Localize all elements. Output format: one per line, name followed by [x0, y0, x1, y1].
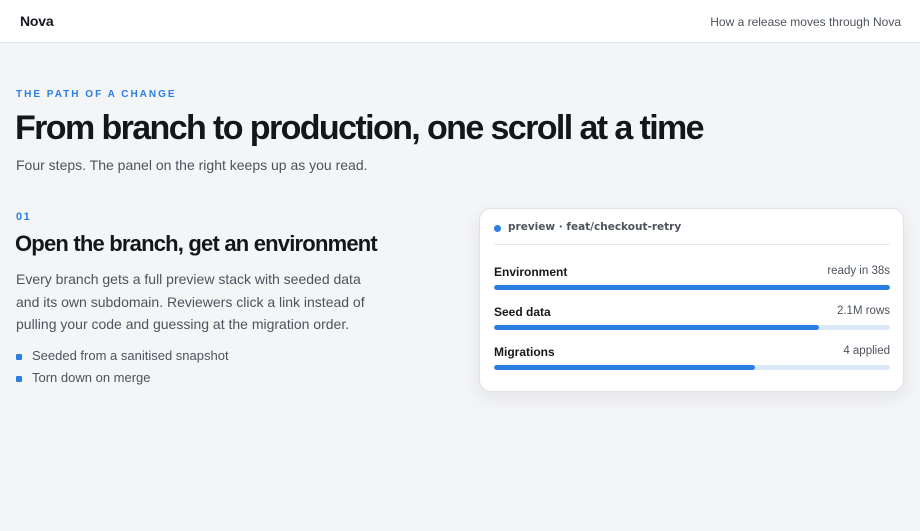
status-row-value: 4 applied [843, 345, 890, 357]
step-description: Every branch gets a full preview stack w… [16, 271, 365, 332]
status-row-value: 2.1M rows [836, 305, 890, 317]
brand-logo[interactable]: Nova [20, 13, 54, 29]
status-row-migrations: Migrations 4 applied [494, 345, 890, 375]
bullet-marker-icon [16, 376, 22, 382]
progress-fill [494, 365, 756, 370]
status-dot-icon [494, 225, 501, 232]
status-row-seed-data: Seed data 2.1M rows [494, 305, 890, 335]
status-row-environment: Environment ready in 38s [494, 265, 890, 295]
step-number: 01 [16, 211, 32, 223]
step-title: Open the branch, get an environment [15, 231, 378, 256]
status-row-value: ready in 38s [827, 265, 890, 277]
top-bar: Nova How a release moves through Nova [0, 0, 920, 43]
preview-branch-name: preview · feat/checkout-retry [508, 221, 682, 233]
page-title: From branch to production, one scroll at… [15, 109, 705, 147]
status-row-label: Seed data [494, 305, 551, 319]
progress-track [494, 285, 890, 290]
bullet-item: Torn down on merge [16, 368, 229, 390]
panel-header: preview · feat/checkout-retry [494, 221, 890, 245]
step-bullet-list: Seeded from a sanitised snapshot Torn do… [16, 346, 229, 390]
status-row-label: Migrations [494, 345, 555, 359]
status-row-label: Environment [494, 265, 568, 279]
bullet-text: Seeded from a sanitised snapshot [32, 348, 229, 363]
progress-track [494, 365, 890, 370]
bullet-text: Torn down on merge [32, 370, 151, 385]
page-subtitle: Four steps. The panel on the right keeps… [16, 157, 368, 173]
nav-link-release-flow[interactable]: How a release moves through Nova [710, 15, 901, 29]
bullet-marker-icon [16, 354, 22, 360]
progress-track [494, 325, 890, 330]
progress-fill [494, 285, 890, 290]
preview-status-panel: preview · feat/checkout-retry Environmen… [479, 208, 904, 392]
bullet-item: Seeded from a sanitised snapshot [16, 346, 229, 368]
section-eyebrow: THE PATH OF A CHANGE [16, 89, 177, 100]
progress-fill [494, 325, 819, 330]
